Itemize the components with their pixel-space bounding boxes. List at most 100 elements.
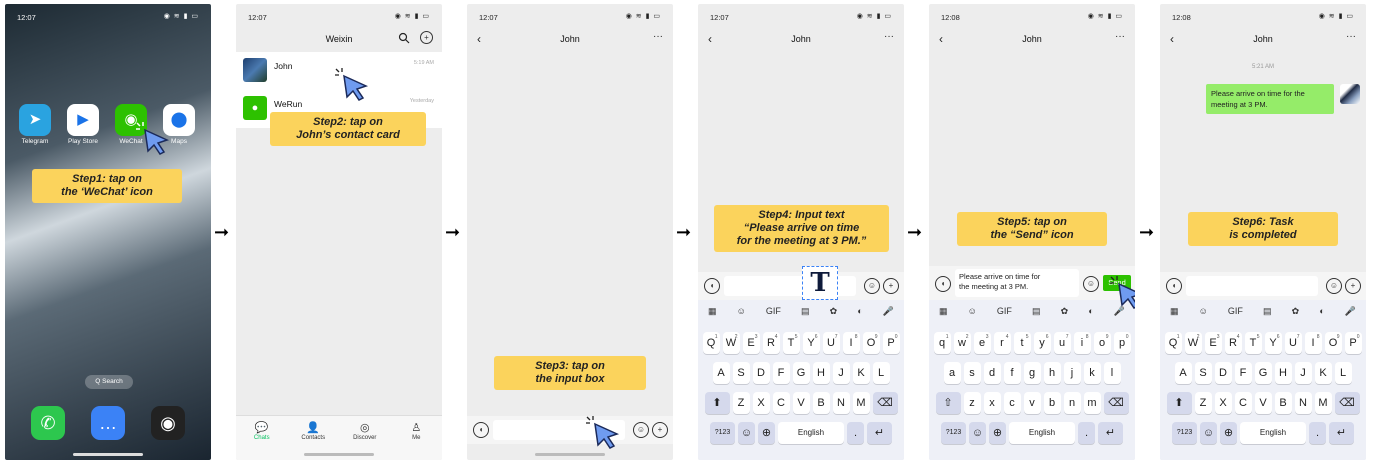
- keyboard-tool-icon[interactable]: ▦: [1170, 306, 1179, 322]
- backspace-key[interactable]: ⌫: [1103, 392, 1129, 414]
- key-p[interactable]: P0: [1344, 332, 1362, 354]
- add-icon[interactable]: +: [420, 31, 433, 44]
- emoji-key[interactable]: ☺: [1200, 422, 1217, 444]
- keyboard-tool-icon[interactable]: GIF: [766, 306, 781, 322]
- key-o[interactable]: O9: [862, 332, 880, 354]
- keyboard-tool-icon[interactable]: ☺: [1199, 306, 1208, 322]
- key-e[interactable]: E3: [742, 332, 760, 354]
- shift-key[interactable]: ⬆: [1166, 392, 1192, 414]
- key-p[interactable]: p0: [1113, 332, 1131, 354]
- emoji-key[interactable]: ☺: [738, 422, 755, 444]
- keyboard-tool-icon[interactable]: ▤: [1263, 306, 1272, 322]
- key-o[interactable]: o9: [1093, 332, 1111, 354]
- key-d[interactable]: d: [983, 362, 1001, 384]
- tab-chats[interactable]: 💬 Chats: [242, 416, 282, 460]
- globe-key[interactable]: ⊕: [1220, 422, 1237, 444]
- keyboard-tool-icon[interactable]: ▤: [801, 306, 810, 322]
- key-f[interactable]: F: [772, 362, 790, 384]
- keyboard-tool-icon[interactable]: ◐: [857, 306, 862, 322]
- add-icon[interactable]: +: [652, 422, 668, 438]
- keyboard-tool-icon[interactable]: ✿: [1292, 306, 1300, 322]
- emoji-icon[interactable]: ☺: [864, 278, 880, 294]
- key-p[interactable]: P0: [882, 332, 900, 354]
- keyboard-tool-icon[interactable]: ▤: [1032, 306, 1041, 322]
- emoji-icon[interactable]: ☺: [1083, 276, 1099, 292]
- voice-icon[interactable]: ◖: [1166, 278, 1182, 294]
- key-q[interactable]: Q1: [702, 332, 720, 354]
- more-icon[interactable]: ···: [653, 31, 663, 42]
- key-g[interactable]: G: [1254, 362, 1272, 384]
- key-f[interactable]: F: [1234, 362, 1252, 384]
- key-z[interactable]: Z: [1194, 392, 1212, 414]
- period-key[interactable]: .: [1078, 422, 1095, 444]
- key-e[interactable]: e3: [973, 332, 991, 354]
- key-c[interactable]: c: [1003, 392, 1021, 414]
- key-q[interactable]: q1: [933, 332, 951, 354]
- key-r[interactable]: R4: [762, 332, 780, 354]
- key-v[interactable]: V: [1254, 392, 1272, 414]
- keyboard-tool-icon[interactable]: ▦: [939, 306, 948, 322]
- key-r[interactable]: r4: [993, 332, 1011, 354]
- more-icon[interactable]: ···: [884, 31, 894, 42]
- key-i[interactable]: I8: [842, 332, 860, 354]
- keyboard-tool-icon[interactable]: 🎤: [883, 306, 894, 322]
- key-v[interactable]: V: [792, 392, 810, 414]
- globe-key[interactable]: ⊕: [758, 422, 775, 444]
- home-search-pill[interactable]: Q Search: [85, 375, 133, 389]
- key-d[interactable]: D: [752, 362, 770, 384]
- key-h[interactable]: H: [1274, 362, 1292, 384]
- more-icon[interactable]: ···: [1346, 31, 1356, 42]
- key-u[interactable]: U7: [822, 332, 840, 354]
- period-key[interactable]: .: [1309, 422, 1326, 444]
- key-k[interactable]: K: [1314, 362, 1332, 384]
- key-k[interactable]: K: [852, 362, 870, 384]
- camera-icon[interactable]: ◉: [151, 406, 185, 440]
- keyboard-tool-icon[interactable]: ☺: [737, 306, 746, 322]
- keyboard-tool-icon[interactable]: GIF: [997, 306, 1012, 322]
- key-g[interactable]: g: [1023, 362, 1041, 384]
- enter-key[interactable]: ↵: [867, 422, 892, 444]
- key-a[interactable]: A: [712, 362, 730, 384]
- key-i[interactable]: i8: [1073, 332, 1091, 354]
- shift-key[interactable]: ⬆: [704, 392, 730, 414]
- key-y[interactable]: Y6: [802, 332, 820, 354]
- key-d[interactable]: D: [1214, 362, 1232, 384]
- key-q[interactable]: Q1: [1164, 332, 1182, 354]
- key-z[interactable]: z: [963, 392, 981, 414]
- key-n[interactable]: N: [1294, 392, 1312, 414]
- keyboard-tool-icon[interactable]: ☺: [968, 306, 977, 322]
- play-store-app-icon[interactable]: ▶: [67, 104, 99, 136]
- telegram-app-icon[interactable]: ➤: [19, 104, 51, 136]
- key-u[interactable]: u7: [1053, 332, 1071, 354]
- key-h[interactable]: H: [812, 362, 830, 384]
- numbers-key[interactable]: ?123: [710, 422, 735, 444]
- key-s[interactable]: s: [963, 362, 981, 384]
- enter-key[interactable]: ↵: [1098, 422, 1123, 444]
- key-w[interactable]: W2: [1184, 332, 1202, 354]
- key-t[interactable]: t5: [1013, 332, 1031, 354]
- key-n[interactable]: n: [1063, 392, 1081, 414]
- numbers-key[interactable]: ?123: [941, 422, 966, 444]
- key-n[interactable]: N: [832, 392, 850, 414]
- key-g[interactable]: G: [792, 362, 810, 384]
- search-icon[interactable]: [398, 32, 410, 44]
- key-f[interactable]: f: [1003, 362, 1021, 384]
- globe-key[interactable]: ⊕: [989, 422, 1006, 444]
- key-l[interactable]: L: [1334, 362, 1352, 384]
- key-m[interactable]: M: [1314, 392, 1332, 414]
- key-c[interactable]: C: [772, 392, 790, 414]
- key-s[interactable]: S: [1194, 362, 1212, 384]
- key-a[interactable]: a: [943, 362, 961, 384]
- key-h[interactable]: h: [1043, 362, 1061, 384]
- shift-key[interactable]: ⇧: [935, 392, 961, 414]
- key-b[interactable]: B: [1274, 392, 1292, 414]
- key-r[interactable]: R4: [1224, 332, 1242, 354]
- key-e[interactable]: E3: [1204, 332, 1222, 354]
- space-key[interactable]: English: [1240, 422, 1306, 444]
- key-k[interactable]: k: [1083, 362, 1101, 384]
- space-key[interactable]: English: [1009, 422, 1075, 444]
- key-b[interactable]: b: [1043, 392, 1061, 414]
- voice-icon[interactable]: ◖: [704, 278, 720, 294]
- key-l[interactable]: l: [1103, 362, 1121, 384]
- enter-key[interactable]: ↵: [1329, 422, 1354, 444]
